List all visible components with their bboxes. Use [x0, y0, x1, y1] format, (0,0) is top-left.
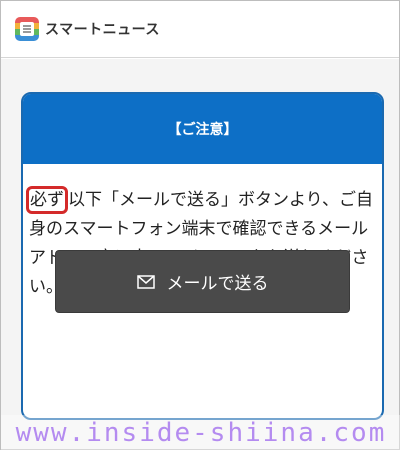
mail-icon — [136, 274, 155, 289]
notice-heading: 【ご注意】 — [167, 122, 238, 138]
app-title: スマートニュース — [45, 22, 160, 38]
notice-card: 【ご注意】 必ず 以下「メールで送る」ボタンより、ご自身のスマートフォン端末で確認… — [21, 92, 384, 420]
highlighted-word: 必ず — [26, 186, 68, 214]
send-mail-button[interactable]: メールで送る — [55, 250, 350, 313]
app-header: スマートニュース — [1, 1, 399, 58]
notice-heading-bar: 【ご注意】 — [23, 94, 382, 164]
send-mail-button-label: メールで送る — [166, 274, 269, 294]
smartnews-logo-icon — [15, 17, 39, 41]
watermark: www.inside-shiina.com — [1, 415, 400, 450]
